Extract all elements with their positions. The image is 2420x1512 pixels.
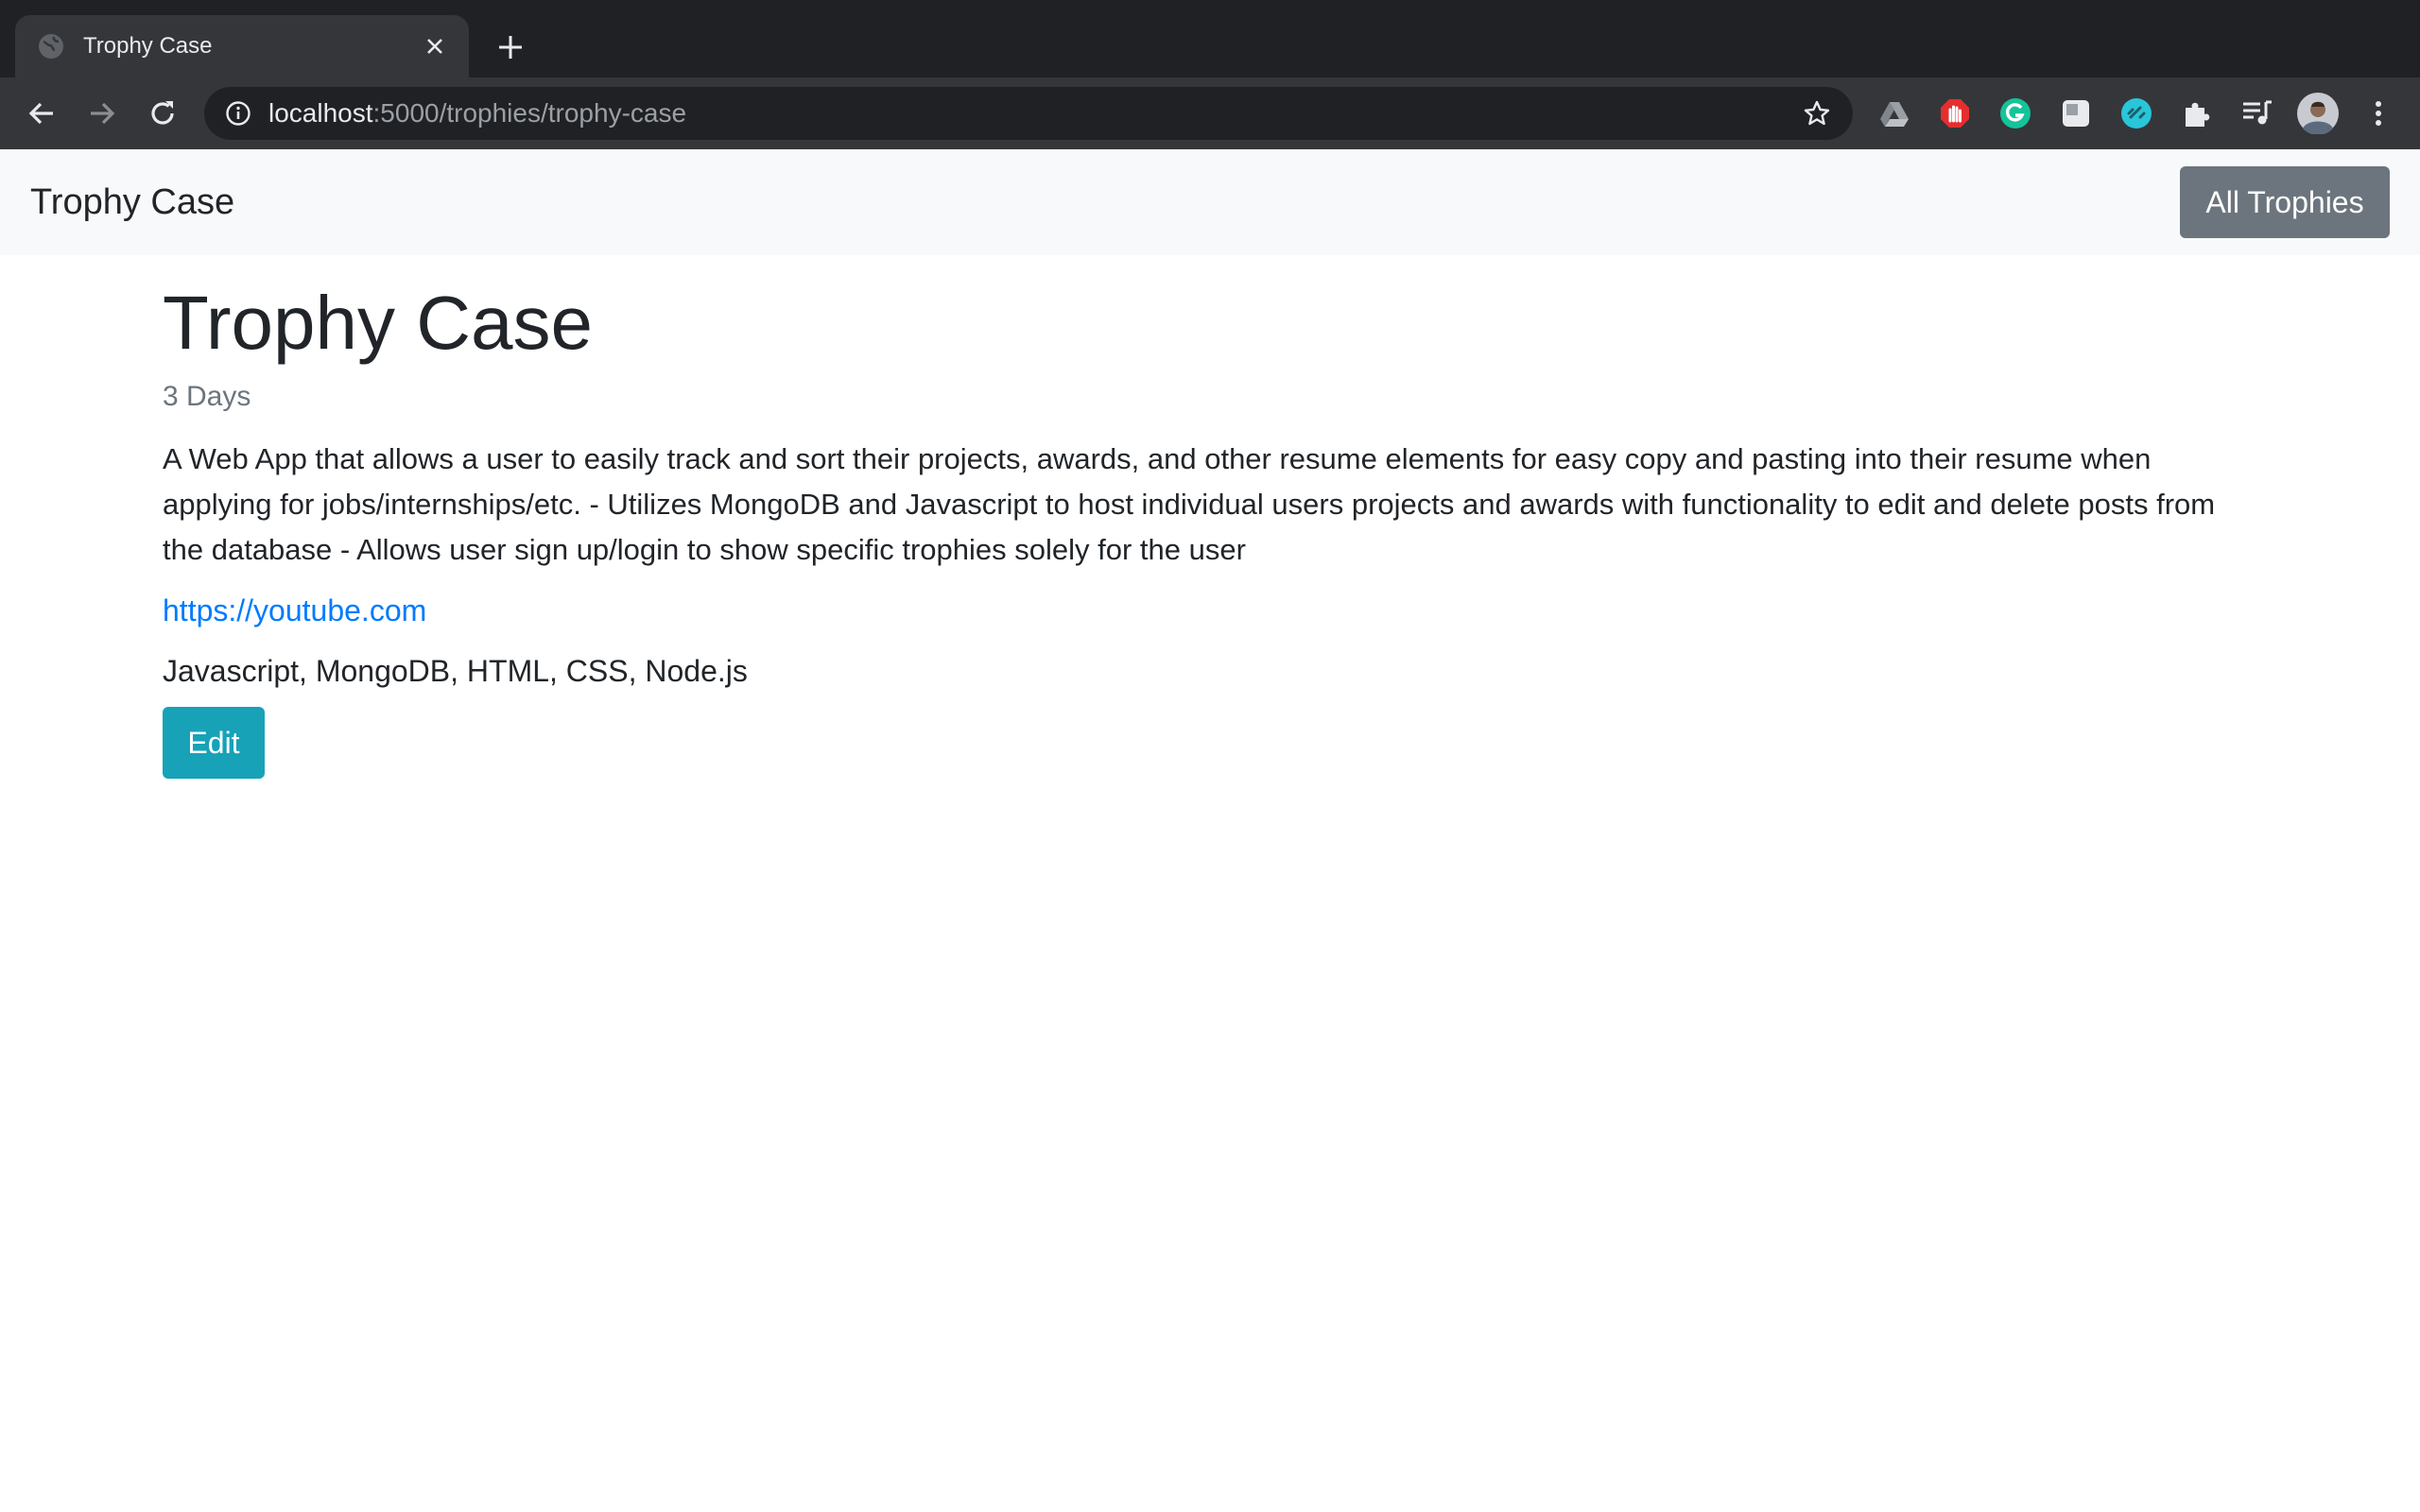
notion-icon[interactable]: [2057, 94, 2095, 132]
new-tab-button[interactable]: [492, 28, 529, 66]
media-control-icon[interactable]: [2238, 94, 2276, 132]
trophy-description: A Web App that allows a user to easily t…: [163, 442, 2216, 566]
address-bar[interactable]: localhost:5000/trophies/trophy-case: [204, 87, 1853, 140]
browser-tabstrip: Trophy Case: [0, 0, 2420, 77]
edit-button[interactable]: Edit: [163, 707, 265, 779]
bookmark-star-icon[interactable]: [1800, 96, 1834, 130]
trophy-link[interactable]: https://youtube.com: [163, 588, 426, 633]
forward-button[interactable]: [83, 94, 121, 132]
grammarly-icon[interactable]: [1996, 94, 2034, 132]
navbar: Trophy Case All Trophies: [0, 149, 2420, 255]
avatar[interactable]: [2297, 93, 2339, 134]
google-drive-icon[interactable]: [1876, 94, 1913, 132]
trophy-technologies: Javascript, MongoDB, HTML, CSS, Node.js: [163, 654, 748, 688]
tab-title: Trophy Case: [83, 33, 213, 59]
url-host: localhost: [268, 98, 373, 128]
browser-toolbar: localhost:5000/trophies/trophy-case: [0, 77, 2420, 149]
trophy-duration: 3 Days: [163, 381, 251, 412]
trophy-detail: Trophy Case 3 Days A Web App that allows…: [163, 255, 2252, 779]
puzzle-icon[interactable]: [2178, 94, 2216, 132]
close-icon[interactable]: [418, 29, 452, 63]
url-text: localhost:5000/trophies/trophy-case: [268, 87, 686, 140]
all-trophies-button[interactable]: All Trophies: [2180, 166, 2390, 238]
url-path: :5000/trophies/trophy-case: [372, 98, 687, 128]
back-button[interactable]: [23, 94, 60, 132]
globe-icon: [38, 33, 64, 60]
info-icon[interactable]: [223, 98, 253, 129]
kebab-menu-icon[interactable]: [2360, 94, 2397, 132]
reload-button[interactable]: [144, 94, 182, 132]
navbar-brand[interactable]: Trophy Case: [30, 149, 234, 255]
link-extension-icon[interactable]: [2118, 94, 2155, 132]
page-title: Trophy Case: [163, 281, 593, 365]
adblock-icon[interactable]: [1936, 94, 1974, 132]
browser-tab[interactable]: Trophy Case: [15, 15, 469, 77]
